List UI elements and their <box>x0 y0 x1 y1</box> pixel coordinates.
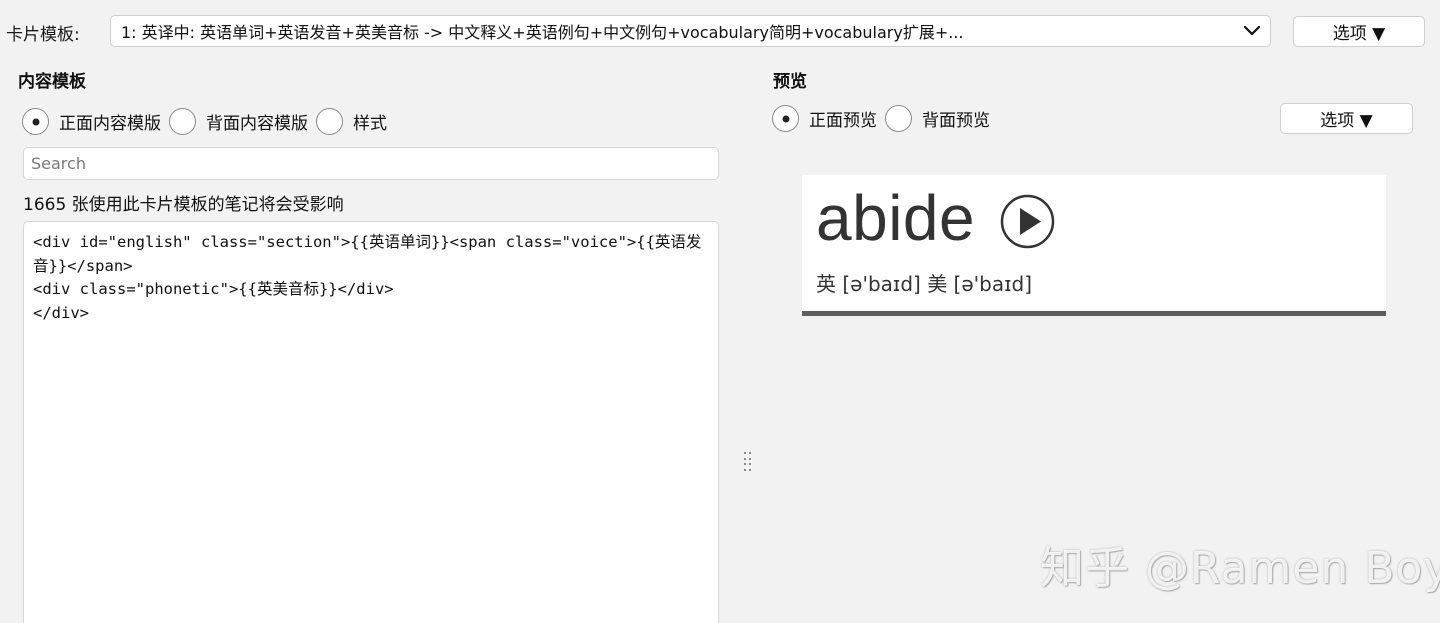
radio-styling-circle[interactable] <box>316 108 343 135</box>
card-bottom-bar <box>802 311 1386 316</box>
radio-front-template-label: 正面内容模版 <box>59 114 161 134</box>
top-options-button[interactable]: 选项 ▼ <box>1293 16 1425 47</box>
radio-front-template[interactable]: 正面内容模版 <box>22 108 161 135</box>
preview-heading: 预览 <box>773 72 807 92</box>
content-template-radio-group: 正面内容模版 背面内容模版 样式 <box>22 108 395 135</box>
search-input[interactable] <box>23 147 719 180</box>
chevron-down-icon <box>1242 21 1262 41</box>
radio-front-preview-circle[interactable] <box>772 105 799 132</box>
play-circle-icon[interactable] <box>1000 194 1055 249</box>
code-line: <div id="english" class="section">{{英语单词… <box>33 233 702 275</box>
code-line: </div> <box>33 303 89 322</box>
radio-front-preview-label: 正面预览 <box>809 111 877 131</box>
card-template-label: 卡片模板: <box>6 25 80 45</box>
watermark: 知乎 @Ramen Boy <box>1040 543 1440 594</box>
radio-front-preview[interactable]: 正面预览 <box>772 105 877 132</box>
card-phonetic: 英 [ə'baɪd] 美 [ə'baɪd] <box>816 272 1033 296</box>
affected-notes-text: 1665 张使用此卡片模板的笔记将会受影响 <box>23 195 344 215</box>
content-template-heading: 内容模板 <box>18 72 86 92</box>
preview-radio-group: 正面预览 背面预览 <box>772 105 998 132</box>
radio-back-template-circle[interactable] <box>169 108 196 135</box>
radio-back-preview[interactable]: 背面预览 <box>885 105 990 132</box>
radio-back-template-label: 背面内容模版 <box>206 114 308 134</box>
radio-back-preview-label: 背面预览 <box>922 111 990 131</box>
radio-styling-label: 样式 <box>353 114 387 134</box>
card-word: abide <box>816 182 976 254</box>
code-line: <div class="phonetic">{{英美音标}}</div> <box>33 280 394 298</box>
card-template-select[interactable]: 1: 英译中: 英语单词+英语发音+英美音标 -> 中文释义+英语例句+中文例句… <box>110 15 1271 47</box>
radio-styling[interactable]: 样式 <box>316 108 387 135</box>
radio-back-preview-circle[interactable] <box>885 105 912 132</box>
radio-front-template-circle[interactable] <box>22 108 49 135</box>
preview-options-button[interactable]: 选项 ▼ <box>1280 103 1413 134</box>
preview-card: abide 英 [ə'baɪd] 美 [ə'baɪd] <box>802 175 1386 311</box>
template-code-editor[interactable]: <div id="english" class="section">{{英语单词… <box>23 221 719 623</box>
splitter-handle[interactable] <box>744 452 752 472</box>
card-template-selected-value: 1: 英译中: 英语单词+英语发音+英美音标 -> 中文释义+英语例句+中文例句… <box>121 23 964 42</box>
radio-back-template[interactable]: 背面内容模版 <box>169 108 308 135</box>
